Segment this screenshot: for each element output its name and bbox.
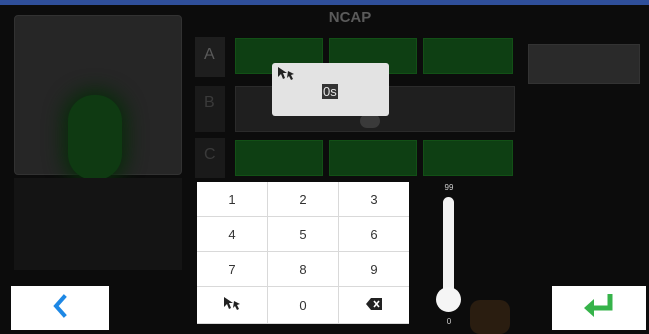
key-7[interactable]: 7: [197, 252, 268, 287]
hand-cursor-icon: [276, 65, 296, 83]
row-c-cell-2: [329, 140, 417, 176]
left-lower-panel: [14, 178, 182, 270]
page-title: NCAP: [328, 9, 372, 26]
popup-value-text: 0s: [322, 84, 338, 99]
row-a-label: A: [204, 46, 215, 63]
back-button[interactable]: [11, 286, 109, 330]
row-c-label: C: [204, 146, 216, 163]
backspace-icon: [366, 297, 382, 313]
row-a-cell-3: [423, 38, 513, 74]
key-6[interactable]: 6: [339, 217, 409, 252]
chevron-left-icon: [52, 293, 68, 323]
top-status-strip: [0, 0, 649, 5]
green-indicator-blob: [68, 95, 122, 180]
key-8[interactable]: 8: [268, 252, 339, 287]
slider-max-label: 99: [444, 183, 454, 192]
key-4[interactable]: 4: [197, 217, 268, 252]
popup-value-field[interactable]: 0s: [322, 84, 338, 99]
value-slider-thumb[interactable]: [436, 287, 461, 312]
numeric-keypad: 1 2 3 4 5 6 7 8 9 0: [197, 182, 409, 324]
row-b-label: B: [204, 94, 215, 111]
key-9[interactable]: 9: [339, 252, 409, 287]
row-c-cell-3: [423, 140, 513, 176]
key-hand-cursor[interactable]: [197, 287, 268, 324]
key-2[interactable]: 2: [268, 182, 339, 217]
bottom-glow: [470, 300, 510, 334]
slider-min-label: 0: [446, 317, 452, 326]
key-3[interactable]: 3: [339, 182, 409, 217]
key-0[interactable]: 0: [268, 287, 339, 324]
key-1[interactable]: 1: [197, 182, 268, 217]
key-backspace[interactable]: [339, 287, 409, 324]
row-c-cell-1: [235, 140, 323, 176]
enter-arrow-icon: [582, 292, 616, 325]
row-b-knob: [360, 114, 380, 128]
enter-button[interactable]: [552, 286, 646, 330]
hand-cursor-icon: [222, 295, 242, 316]
key-5[interactable]: 5: [268, 217, 339, 252]
right-panel: [528, 44, 640, 84]
